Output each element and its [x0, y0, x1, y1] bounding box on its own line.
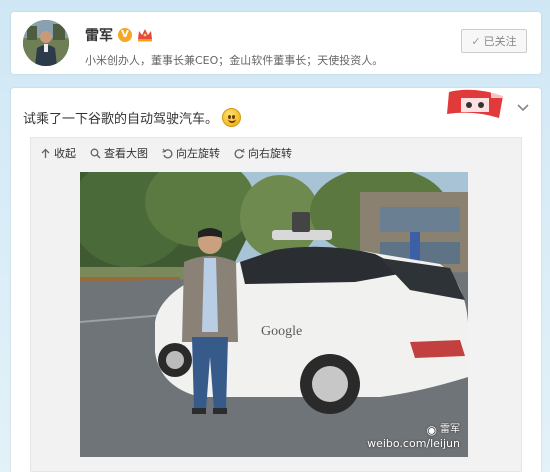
collapse-icon: [41, 148, 50, 158]
verified-badge-icon: V: [118, 28, 132, 42]
weibo-logo-icon: ◉: [426, 423, 437, 437]
check-icon: ✓: [471, 34, 481, 48]
watermark-name: 雷军: [440, 424, 460, 435]
photo-scene: [80, 172, 468, 457]
rotate-left-button[interactable]: 向左旋转: [162, 145, 220, 161]
post-text-content: 试乘了一下谷歌的自动驾驶汽车。: [23, 112, 219, 127]
collapse-label: 收起: [54, 147, 76, 160]
post-card: 试乘了一下谷歌的自动驾驶汽车。 收起 查看大图 向左旋转 向右旋转 Google…: [11, 88, 541, 472]
rotate-left-icon: [162, 148, 173, 158]
followed-button[interactable]: ✓ 已关注: [461, 29, 527, 53]
view-large-label: 查看大图: [104, 147, 148, 160]
corner-decoration-icon: [447, 89, 505, 118]
followed-label: 已关注: [483, 35, 517, 48]
profile-card: 雷军 V 小米创办人，董事长兼CEO；金山软件董事长；天使投资人。 ✓ 已关注: [11, 12, 541, 74]
car-logo-text: Google: [261, 324, 303, 339]
rotate-right-icon: [234, 148, 245, 158]
post-photo[interactable]: Google ◉ 雷军 weibo.com/leijun: [80, 172, 468, 457]
magnifier-icon: [90, 148, 101, 158]
rotate-right-button[interactable]: 向右旋转: [234, 145, 292, 161]
post-text: 试乘了一下谷歌的自动驾驶汽车。: [23, 108, 242, 127]
media-box: 收起 查看大图 向左旋转 向右旋转 Google ◉ 雷军 weibo.com/…: [30, 137, 522, 472]
collapse-button[interactable]: 收起: [40, 145, 76, 161]
media-toolbar: 收起 查看大图 向左旋转 向右旋转: [40, 145, 292, 161]
avatar[interactable]: [23, 20, 69, 66]
rotate-left-label: 向左旋转: [176, 147, 220, 160]
rotate-right-label: 向右旋转: [248, 147, 292, 160]
member-crown-icon[interactable]: [137, 28, 153, 42]
watermark-url: weibo.com/leijun: [367, 437, 460, 450]
smile-icon: [222, 108, 242, 127]
photo-watermark: ◉ 雷军 weibo.com/leijun: [367, 423, 460, 451]
user-name[interactable]: 雷军: [85, 25, 113, 45]
view-large-button[interactable]: 查看大图: [90, 145, 148, 161]
user-bio: 小米创办人，董事长兼CEO；金山软件董事长；天使投资人。: [85, 54, 384, 67]
chevron-down-icon[interactable]: [517, 104, 529, 112]
